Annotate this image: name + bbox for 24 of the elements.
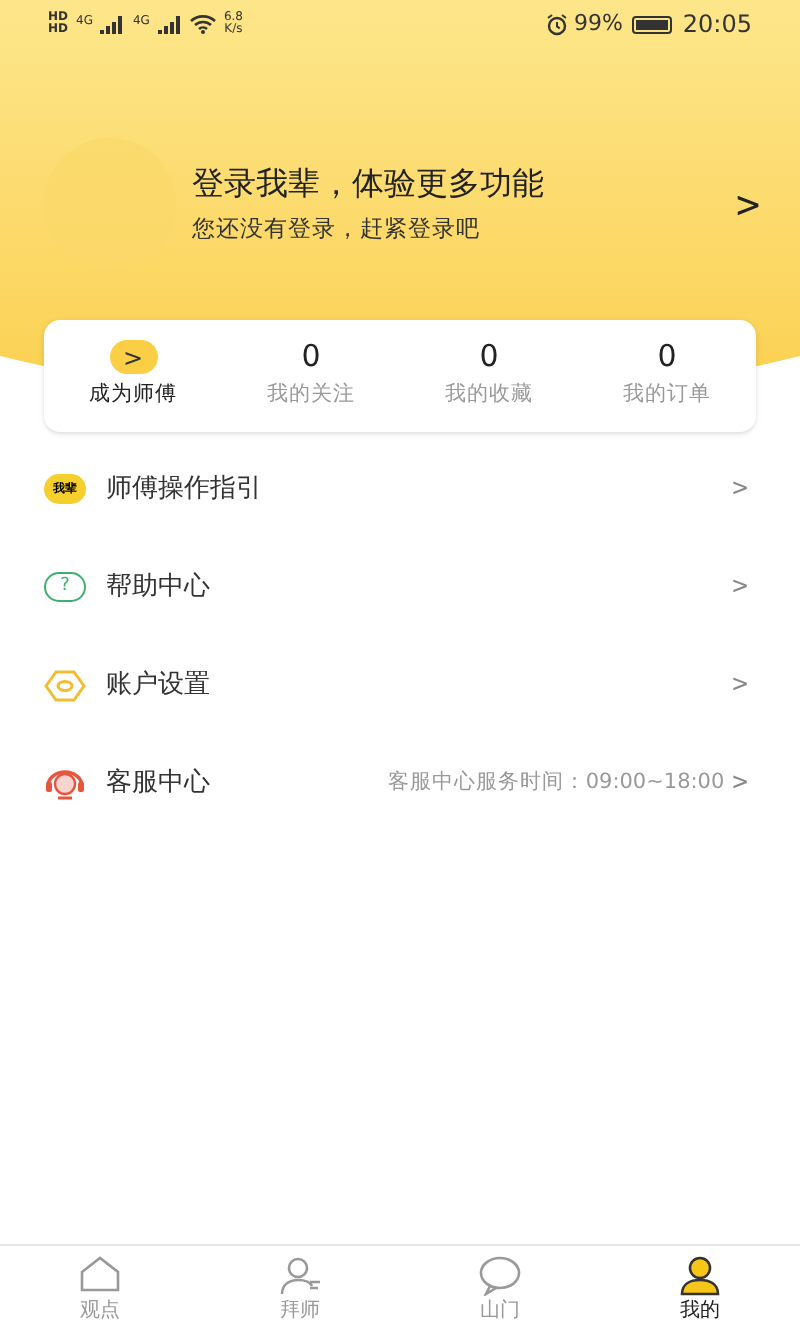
login-subtitle: 您还没有登录，赶紧登录吧 bbox=[192, 212, 482, 247]
chevron: > bbox=[732, 471, 748, 508]
chevron: > bbox=[732, 765, 748, 802]
login-title[interactable]: 登录我辈，体验更多功能 bbox=[192, 160, 736, 209]
menu-label: 帮助中心 bbox=[106, 569, 212, 606]
chevron: > bbox=[732, 667, 748, 704]
help-icon: ? bbox=[44, 572, 86, 602]
chevron[interactable]: > bbox=[735, 174, 760, 234]
battery-percent: 99% bbox=[573, 7, 623, 40]
clock-time: 20:05 bbox=[682, 8, 752, 42]
menu-item[interactable]: ? 帮助中心 > bbox=[0, 538, 800, 636]
chevron: > bbox=[732, 569, 748, 606]
menu-label: 客服中心 bbox=[106, 765, 212, 802]
become-master-button[interactable]: > bbox=[109, 340, 157, 375]
stat-count[interactable]: 0 bbox=[301, 340, 321, 375]
stat-count[interactable]: 0 bbox=[657, 340, 677, 375]
stat-label[interactable]: 成为师傅 bbox=[89, 380, 177, 412]
service-hours: 客服中心服务时间：09:00~18:00 bbox=[387, 767, 725, 798]
tab-item[interactable]: 我的 bbox=[600, 1246, 800, 1332]
stat-count[interactable]: 0 bbox=[479, 340, 499, 375]
menu-label: 师傅操作指引 bbox=[106, 471, 264, 508]
menu-item[interactable]: 账户设置 > bbox=[0, 636, 800, 734]
menu-item[interactable]: 客服中心 客服中心服务时间：09:00~18:00 > bbox=[0, 734, 800, 832]
menu-label: 账户设置 bbox=[106, 667, 212, 704]
